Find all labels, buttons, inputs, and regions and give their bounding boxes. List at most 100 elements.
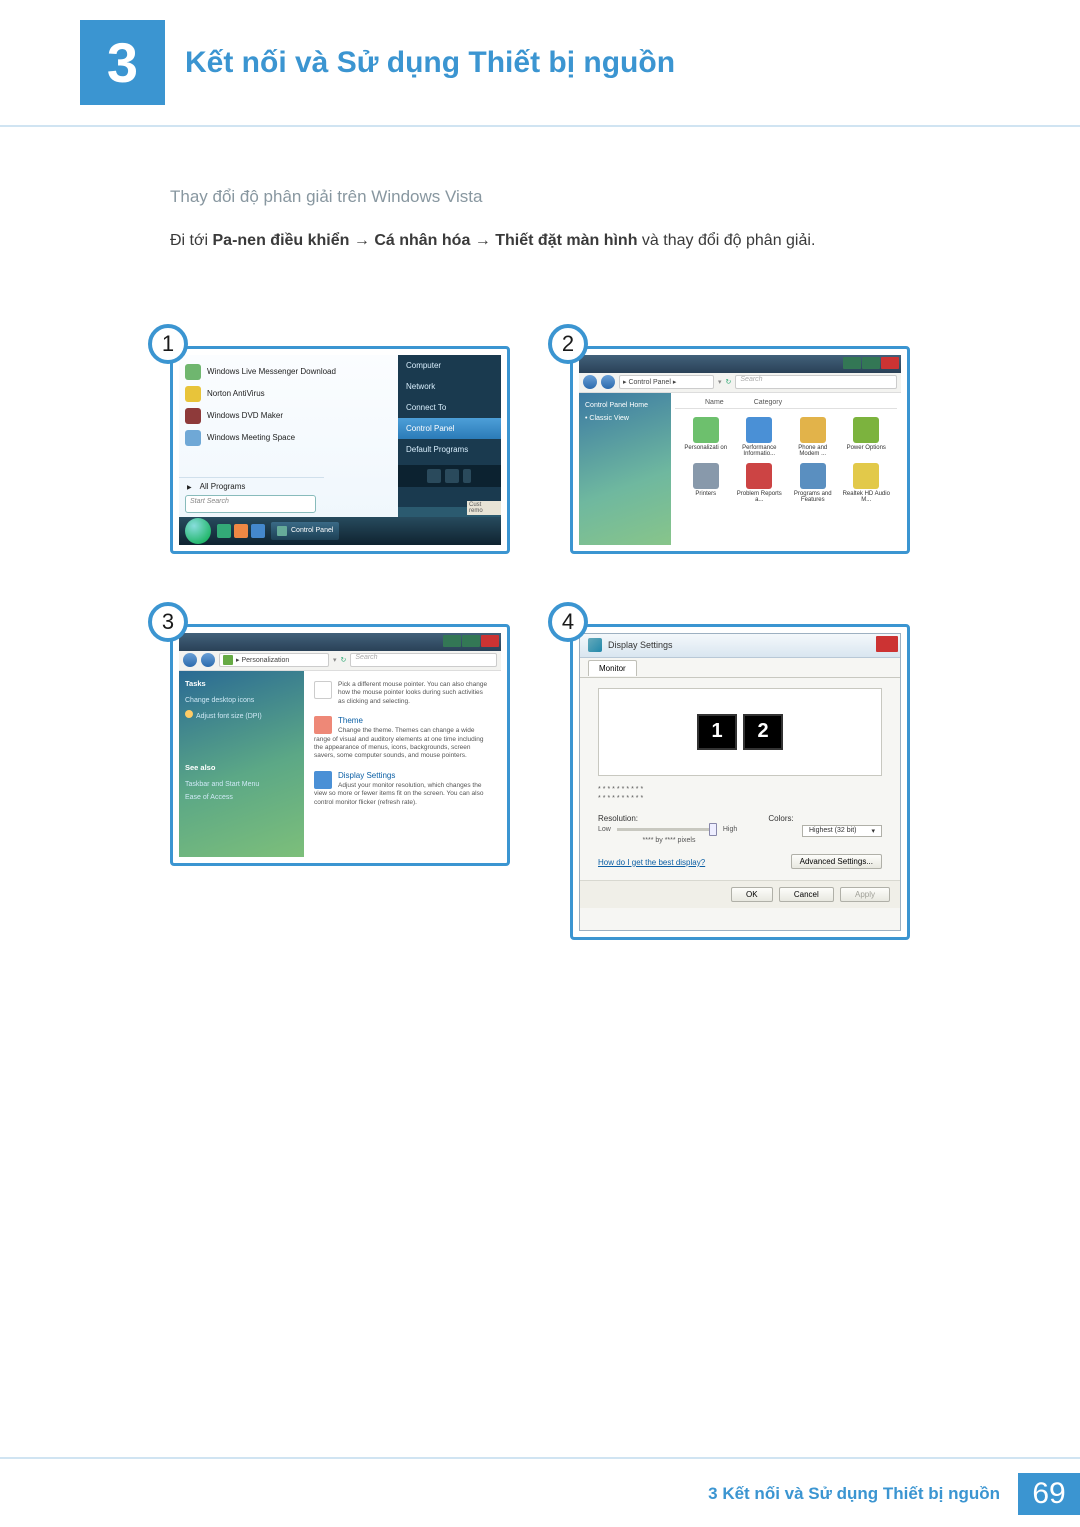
power-icon: [427, 469, 441, 483]
sidebar-item[interactable]: Control Panel Home: [583, 399, 667, 412]
personalization-block[interactable]: Pick a different mouse pointer. You can …: [314, 681, 491, 706]
taskbar-icon[interactable]: [234, 524, 248, 538]
slider-thumb[interactable]: [709, 823, 717, 836]
start-menu-item[interactable]: Norton AntiVirus: [179, 383, 398, 405]
window-titlebar: [579, 355, 901, 373]
personalization-icon: [223, 655, 233, 665]
start-menu-item[interactable]: Windows DVD Maker: [179, 405, 398, 427]
display-settings-icon: [588, 638, 602, 652]
tab-bar: Monitor: [580, 658, 900, 678]
sidebar-heading: See also: [185, 763, 298, 772]
control-panel-icon[interactable]: Problem Reports a...: [735, 463, 785, 503]
step-box: Windows Live Messenger Download Norton A…: [170, 346, 510, 554]
start-right-item-selected[interactable]: Control Panel: [398, 418, 501, 439]
personalization-block[interactable]: Display Settings Adjust your monitor res…: [314, 771, 491, 807]
apply-button[interactable]: Apply: [840, 887, 890, 902]
monitor-1[interactable]: 1: [697, 714, 737, 750]
control-panel-icon[interactable]: Realtek HD Audio M...: [842, 463, 892, 503]
advanced-settings-button[interactable]: Advanced Settings...: [791, 854, 882, 869]
start-menu-item[interactable]: Windows Live Messenger Download: [179, 361, 398, 383]
instruction-bold-2: Cá nhân hóa: [374, 232, 470, 249]
forward-button[interactable]: [601, 375, 615, 389]
maximize-icon[interactable]: [462, 635, 480, 647]
control-panel-icon[interactable]: Printers: [681, 463, 731, 503]
sidebar-item[interactable]: Adjust font size (DPI): [185, 707, 298, 723]
minimize-icon[interactable]: [843, 357, 861, 369]
search-input[interactable]: Search: [350, 653, 497, 667]
tab-monitor[interactable]: Monitor: [588, 660, 637, 676]
instruction-prefix: Đi tới: [170, 232, 213, 249]
back-button[interactable]: [183, 653, 197, 667]
address-bar[interactable]: ▸ Personalization: [219, 653, 329, 667]
personalization-block[interactable]: Theme Change the theme. Themes can chang…: [314, 716, 491, 761]
colors-select[interactable]: Highest (32 bit) ▾: [802, 825, 882, 837]
all-programs-item[interactable]: All Programs: [179, 477, 324, 495]
instruction-text: Đi tới Pa-nen điều khiển → Cá nhân hóa →…: [170, 227, 910, 256]
taskbar-button[interactable]: Control Panel: [271, 522, 339, 540]
window-titlebar: [179, 633, 501, 651]
checkbox-placeholder[interactable]: **********: [598, 795, 882, 802]
window-navbar: ▸ Control Panel ▸ ▾↻ Search: [579, 373, 901, 393]
monitor-2[interactable]: 2: [743, 714, 783, 750]
column-header[interactable]: Name: [705, 399, 724, 406]
dropdown-placeholder[interactable]: **********: [598, 786, 882, 793]
sidebar-item[interactable]: Change desktop icons: [185, 694, 298, 707]
control-panel-icon[interactable]: Programs and Features: [788, 463, 838, 503]
sidebar-item[interactable]: Taskbar and Start Menu: [185, 778, 298, 791]
resolution-slider[interactable]: Low High: [598, 826, 740, 833]
tooltip: Custremo: [467, 501, 501, 515]
start-menu-item[interactable]: Windows Meeting Space: [179, 427, 398, 449]
mouse-pointer-icon: [314, 681, 332, 699]
start-right-item[interactable]: Network: [398, 376, 501, 397]
taskbar-icon[interactable]: [251, 524, 265, 538]
help-link[interactable]: How do I get the best display?: [598, 858, 705, 867]
window-titlebar: Display Settings: [580, 634, 900, 658]
resolution-value: **** by **** pixels: [598, 837, 740, 844]
ok-button[interactable]: OK: [731, 887, 773, 902]
screenshot-control-panel: ▸ Control Panel ▸ ▾↻ Search Control Pane…: [579, 355, 901, 545]
close-icon[interactable]: [876, 636, 898, 652]
close-icon[interactable]: [481, 635, 499, 647]
start-right-item[interactable]: Connect To: [398, 397, 501, 418]
page-content: Thay đổi độ phân giải trên Windows Vista…: [0, 127, 1080, 940]
shield-icon: [185, 710, 193, 718]
control-panel-icon[interactable]: Personalizati on: [681, 417, 731, 457]
step-box: Display Settings Monitor 1 2 ********** …: [570, 624, 910, 940]
sidebar-item[interactable]: Ease of Access: [185, 791, 298, 804]
back-button[interactable]: [583, 375, 597, 389]
maximize-icon[interactable]: [862, 357, 880, 369]
close-icon[interactable]: [881, 357, 899, 369]
column-header[interactable]: Category: [754, 399, 782, 406]
address-bar[interactable]: ▸ Control Panel ▸: [619, 375, 714, 389]
start-right-item[interactable]: Computer: [398, 355, 501, 376]
search-input[interactable]: Search: [735, 375, 897, 389]
cancel-button[interactable]: Cancel: [779, 887, 834, 902]
step-box: ▸ Personalization ▾↻ Search Tasks Change…: [170, 624, 510, 866]
monitor-preview: 1 2: [598, 688, 882, 776]
forward-button[interactable]: [201, 653, 215, 667]
start-orb-icon[interactable]: [185, 518, 211, 544]
personalization-main: Pick a different mouse pointer. You can …: [304, 671, 501, 857]
window-navbar: ▸ Personalization ▾↻ Search: [179, 651, 501, 671]
control-panel-icon[interactable]: Phone and Modem ...: [788, 417, 838, 457]
taskbar-icon[interactable]: [217, 524, 231, 538]
control-panel-icon[interactable]: Performance Informatio...: [735, 417, 785, 457]
resolution-label: Resolution:: [598, 814, 740, 823]
control-panel-icon[interactable]: Power Options: [842, 417, 892, 457]
theme-icon: [314, 716, 332, 734]
step-4: 4 Display Settings Monitor 1 2 ******: [570, 624, 910, 940]
colors-label: Colors:: [768, 814, 882, 823]
screenshot-display-settings: Display Settings Monitor 1 2 ********** …: [579, 633, 901, 931]
chapter-header: 3 Kết nối và Sử dụng Thiết bị nguồn: [0, 0, 1080, 105]
shutdown-area[interactable]: [398, 465, 501, 487]
sidebar-item[interactable]: • Classic View: [583, 412, 667, 425]
minimize-icon[interactable]: [443, 635, 461, 647]
sidebar: Tasks Change desktop icons Adjust font s…: [179, 671, 304, 857]
lock-icon: [445, 469, 459, 483]
start-right-item[interactable]: Default Programs: [398, 439, 501, 460]
screenshot-personalization: ▸ Personalization ▾↻ Search Tasks Change…: [179, 633, 501, 857]
display-settings-icon: [314, 771, 332, 789]
step-badge: 4: [548, 602, 588, 642]
step-badge: 1: [148, 324, 188, 364]
start-search-input[interactable]: Start Search: [185, 495, 316, 513]
